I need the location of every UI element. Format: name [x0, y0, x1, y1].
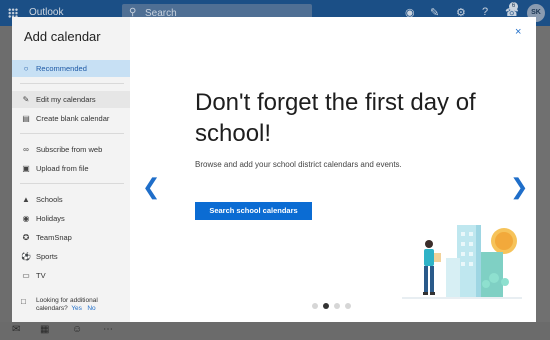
- chat-icon: □: [21, 297, 26, 306]
- nav-sports[interactable]: ⚽ Sports: [12, 248, 130, 265]
- nav-schools[interactable]: ▲ Schools: [12, 191, 130, 208]
- promo-subtext: Browse and add your school district cale…: [195, 160, 402, 169]
- divider: [20, 183, 124, 184]
- people-icon[interactable]: ☺: [72, 324, 82, 335]
- nav-label: Sports: [36, 252, 58, 261]
- building-left: [446, 258, 460, 297]
- search-school-calendars-button[interactable]: Search school calendars: [195, 202, 312, 220]
- dialog-sidebar: Add calendar ○ Recommended ✎ Edit my cal…: [12, 17, 130, 322]
- carousel-dot-active[interactable]: [323, 303, 329, 309]
- notification-badge: 6: [509, 2, 518, 11]
- teamsnap-icon: ✪: [22, 233, 30, 242]
- nav-label: Schools: [36, 195, 63, 204]
- chevron-left-icon[interactable]: ❮: [142, 175, 160, 200]
- mail-icon[interactable]: ✉: [12, 324, 20, 335]
- nav-label: Create blank calendar: [36, 114, 110, 123]
- globe-icon: ◉: [22, 214, 30, 223]
- nav-label: TV: [36, 271, 46, 280]
- ground: [402, 297, 522, 299]
- sports-ball-icon: ⚽: [21, 252, 31, 261]
- nav-label: Subscribe from web: [36, 145, 103, 154]
- lightbulb-icon: ○: [23, 64, 29, 73]
- dialog-main: × Don't forget the first day of school! …: [130, 17, 536, 322]
- nav-label: Edit my calendars: [36, 95, 96, 104]
- nav-label: Holidays: [36, 214, 65, 223]
- carousel-dots: [312, 303, 351, 309]
- person: [423, 240, 441, 295]
- nav-label: Recommended: [36, 64, 87, 73]
- divider: [20, 83, 124, 84]
- divider: [20, 133, 124, 134]
- dialog-title: Add calendar: [24, 29, 101, 44]
- nav-holidays[interactable]: ◉ Holidays: [12, 210, 130, 227]
- link-icon: ∞: [23, 145, 29, 154]
- close-icon[interactable]: ×: [515, 26, 521, 38]
- building-tower-shade: [476, 225, 481, 297]
- nav-teamsnap[interactable]: ✪ TeamSnap: [12, 229, 130, 246]
- carousel-dot[interactable]: [345, 303, 351, 309]
- nav-label: Upload from file: [36, 164, 89, 173]
- nav-tv[interactable]: ▭ TV: [12, 267, 130, 284]
- calendar-icon: ▤: [22, 114, 30, 123]
- left-rail: [0, 26, 12, 340]
- edit-icon: ✎: [22, 95, 30, 104]
- tv-icon: ▭: [22, 271, 30, 280]
- carousel-dot[interactable]: [312, 303, 318, 309]
- calendar-nav-icon[interactable]: ▦: [40, 324, 49, 335]
- nav-label: TeamSnap: [36, 233, 72, 242]
- help-question: Looking for additional calendars? Yes No: [36, 297, 131, 313]
- help-no-link[interactable]: No: [87, 305, 95, 312]
- nav-recommended[interactable]: ○ Recommended: [12, 60, 130, 77]
- school-icon: ▲: [22, 195, 30, 204]
- add-calendar-dialog: Add calendar ○ Recommended ✎ Edit my cal…: [12, 17, 536, 322]
- sun-core: [495, 232, 513, 250]
- help-yes-link[interactable]: Yes: [71, 305, 82, 312]
- carousel-dot[interactable]: [334, 303, 340, 309]
- file-icon: ▣: [22, 164, 30, 173]
- nav-upload-from-file[interactable]: ▣ Upload from file: [12, 160, 130, 177]
- more-icon[interactable]: ⋯: [103, 324, 113, 335]
- promo-headline: Don't forget the first day of school!: [195, 89, 476, 147]
- nav-edit-my-calendars[interactable]: ✎ Edit my calendars: [12, 91, 130, 108]
- right-pane-edge: [536, 26, 550, 326]
- school-illustration: [402, 225, 522, 299]
- nav-subscribe-from-web[interactable]: ∞ Subscribe from web: [12, 141, 130, 158]
- nav-create-blank-calendar[interactable]: ▤ Create blank calendar: [12, 110, 130, 127]
- bottom-rail: [0, 322, 550, 340]
- chevron-right-icon[interactable]: ❯: [510, 175, 528, 200]
